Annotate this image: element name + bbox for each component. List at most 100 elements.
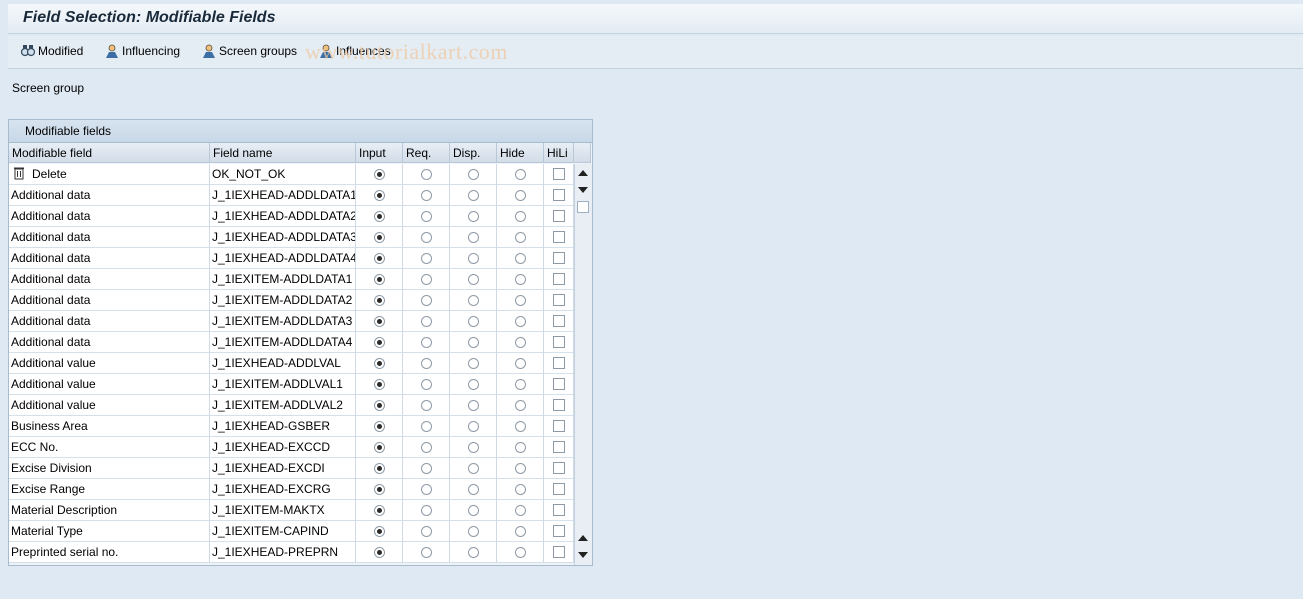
option-radio[interactable] <box>374 463 385 474</box>
option-radio[interactable] <box>468 379 479 390</box>
hili-checkbox[interactable] <box>553 231 565 243</box>
option-radio[interactable] <box>374 253 385 264</box>
option-radio[interactable] <box>421 211 432 222</box>
table-row[interactable]: Delete OK_NOT_OK <box>9 164 574 185</box>
option-radio[interactable] <box>515 547 526 558</box>
option-radio[interactable] <box>421 232 432 243</box>
option-radio[interactable] <box>421 337 432 348</box>
option-radio[interactable] <box>515 505 526 516</box>
option-radio[interactable] <box>515 463 526 474</box>
hili-checkbox[interactable] <box>553 462 565 474</box>
option-radio[interactable] <box>374 379 385 390</box>
hili-checkbox[interactable] <box>553 378 565 390</box>
column-settings-button[interactable] <box>574 143 591 163</box>
option-radio[interactable] <box>515 211 526 222</box>
option-radio[interactable] <box>515 421 526 432</box>
option-radio[interactable] <box>468 295 479 306</box>
option-radio[interactable] <box>374 337 385 348</box>
option-radio[interactable] <box>374 295 385 306</box>
hili-checkbox[interactable] <box>553 273 565 285</box>
option-radio[interactable] <box>468 442 479 453</box>
table-row[interactable]: Business Area J_1IEXHEAD-GSBER <box>9 416 574 437</box>
table-row[interactable]: Additional data J_1IEXHEAD-ADDLDATA4 <box>9 248 574 269</box>
option-radio[interactable] <box>468 232 479 243</box>
option-radio[interactable] <box>515 295 526 306</box>
option-radio[interactable] <box>468 526 479 537</box>
option-radio[interactable] <box>374 421 385 432</box>
table-row[interactable]: Additional data J_1IEXITEM-ADDLDATA2 <box>9 290 574 311</box>
option-radio[interactable] <box>515 484 526 495</box>
option-radio[interactable] <box>515 316 526 327</box>
option-radio[interactable] <box>468 421 479 432</box>
hili-checkbox[interactable] <box>553 252 565 264</box>
option-radio[interactable] <box>374 232 385 243</box>
hili-checkbox[interactable] <box>553 168 565 180</box>
modified-button[interactable]: Modified <box>20 42 83 60</box>
option-radio[interactable] <box>468 358 479 369</box>
option-radio[interactable] <box>468 211 479 222</box>
option-radio[interactable] <box>421 316 432 327</box>
option-radio[interactable] <box>515 337 526 348</box>
column-header-hide[interactable]: Hide <box>497 143 544 163</box>
hili-checkbox[interactable] <box>553 546 565 558</box>
option-radio[interactable] <box>374 484 385 495</box>
option-radio[interactable] <box>515 274 526 285</box>
option-radio[interactable] <box>468 400 479 411</box>
option-radio[interactable] <box>468 547 479 558</box>
option-radio[interactable] <box>374 400 385 411</box>
table-row[interactable]: Excise Range J_1IEXHEAD-EXCRG <box>9 479 574 500</box>
option-radio[interactable] <box>374 547 385 558</box>
option-radio[interactable] <box>421 190 432 201</box>
column-header-modifiable-field[interactable]: Modifiable field <box>9 143 210 163</box>
table-row[interactable]: Additional data J_1IEXITEM-ADDLDATA4 <box>9 332 574 353</box>
option-radio[interactable] <box>421 295 432 306</box>
table-row[interactable]: Additional value J_1IEXHEAD-ADDLVAL <box>9 353 574 374</box>
table-row[interactable]: ECC No. J_1IEXHEAD-EXCCD <box>9 437 574 458</box>
scroll-down-arrow-icon[interactable] <box>578 187 588 193</box>
scroll-page-down-arrow-icon[interactable] <box>578 552 588 558</box>
option-radio[interactable] <box>374 190 385 201</box>
option-radio[interactable] <box>468 253 479 264</box>
influencing-button[interactable]: Influencing <box>104 42 180 60</box>
option-radio[interactable] <box>468 316 479 327</box>
hili-checkbox[interactable] <box>553 525 565 537</box>
option-radio[interactable] <box>515 400 526 411</box>
option-radio[interactable] <box>421 274 432 285</box>
hili-checkbox[interactable] <box>553 483 565 495</box>
scroll-page-up-arrow-icon[interactable] <box>578 535 588 541</box>
option-radio[interactable] <box>515 379 526 390</box>
option-radio[interactable] <box>421 400 432 411</box>
option-radio[interactable] <box>374 169 385 180</box>
vertical-scrollbar[interactable] <box>574 164 592 565</box>
scroll-thumb[interactable] <box>577 201 589 213</box>
table-row[interactable]: Additional data J_1IEXITEM-ADDLDATA1 <box>9 269 574 290</box>
hili-checkbox[interactable] <box>553 420 565 432</box>
table-row[interactable]: Additional value J_1IEXITEM-ADDLVAL1 <box>9 374 574 395</box>
option-radio[interactable] <box>374 274 385 285</box>
hili-checkbox[interactable] <box>553 399 565 411</box>
trash-icon[interactable] <box>12 166 26 180</box>
option-radio[interactable] <box>515 442 526 453</box>
option-radio[interactable] <box>374 358 385 369</box>
option-radio[interactable] <box>515 190 526 201</box>
option-radio[interactable] <box>421 253 432 264</box>
hili-checkbox[interactable] <box>553 294 565 306</box>
option-radio[interactable] <box>468 190 479 201</box>
option-radio[interactable] <box>468 169 479 180</box>
table-row[interactable]: Additional data J_1IEXITEM-ADDLDATA3 <box>9 311 574 332</box>
screen-groups-button[interactable]: Screen groups <box>201 42 297 60</box>
table-row[interactable]: Additional value J_1IEXITEM-ADDLVAL2 <box>9 395 574 416</box>
option-radio[interactable] <box>468 463 479 474</box>
hili-checkbox[interactable] <box>553 441 565 453</box>
option-radio[interactable] <box>468 505 479 516</box>
option-radio[interactable] <box>468 484 479 495</box>
option-radio[interactable] <box>374 211 385 222</box>
table-row[interactable]: Preprinted serial no. J_1IEXHEAD-PREPRN <box>9 542 574 563</box>
table-row[interactable]: Material Type J_1IEXITEM-CAPIND <box>9 521 574 542</box>
option-radio[interactable] <box>374 505 385 516</box>
option-radio[interactable] <box>515 169 526 180</box>
option-radio[interactable] <box>421 463 432 474</box>
option-radio[interactable] <box>374 316 385 327</box>
option-radio[interactable] <box>421 169 432 180</box>
option-radio[interactable] <box>421 484 432 495</box>
